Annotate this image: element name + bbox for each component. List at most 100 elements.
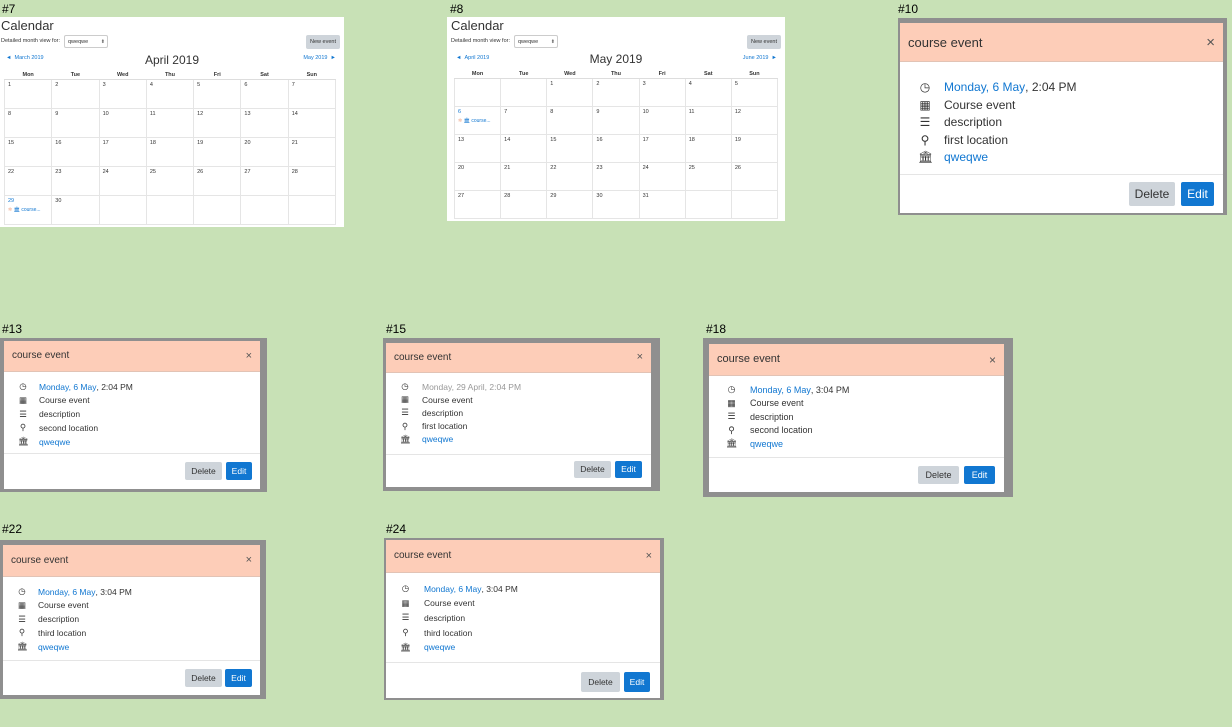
day-cell[interactable]: 31	[638, 190, 686, 219]
day-cell[interactable]: 10	[638, 106, 686, 135]
day-cell[interactable]: 17	[98, 137, 147, 167]
close-icon[interactable]: ×	[246, 350, 252, 362]
day-cell[interactable]: 6	[240, 79, 289, 109]
day-number[interactable]: 27	[458, 193, 464, 199]
event-link[interactable]: ✲ 🏛 course...	[458, 118, 498, 124]
delete-button[interactable]: Delete	[574, 461, 611, 478]
course-link[interactable]: qweqwe	[422, 434, 453, 444]
day-cell[interactable]: 1	[3, 79, 53, 109]
delete-button[interactable]: Delete	[581, 672, 620, 692]
edit-button[interactable]: Edit	[1181, 182, 1214, 206]
course-link[interactable]: qweqwe	[944, 150, 988, 164]
day-cell[interactable]: 14	[500, 134, 548, 163]
day-cell[interactable]: 13	[240, 108, 289, 138]
day-cell[interactable]: 19	[730, 134, 779, 163]
day-number[interactable]: 18	[150, 140, 156, 146]
day-number[interactable]: 4	[689, 81, 692, 87]
day-cell[interactable]	[193, 195, 242, 225]
day-cell[interactable]: 22	[3, 166, 53, 196]
day-number[interactable]: 1	[8, 82, 11, 88]
day-number[interactable]: 29	[550, 193, 556, 199]
day-number[interactable]: 31	[643, 193, 649, 199]
day-cell[interactable]: 18	[684, 134, 732, 163]
day-cell[interactable]: 9	[592, 106, 640, 135]
day-cell[interactable]: 15	[546, 134, 594, 163]
day-cell[interactable]: 28	[500, 190, 548, 219]
day-number[interactable]: 7	[292, 82, 295, 88]
day-number[interactable]: 3	[103, 82, 106, 88]
day-cell[interactable]: 20	[240, 137, 289, 167]
day-cell[interactable]: 12	[193, 108, 242, 138]
day-cell[interactable]: 28	[287, 166, 337, 196]
day-cell[interactable]: 2	[51, 79, 100, 109]
day-cell[interactable]: 30	[51, 195, 100, 225]
day-cell[interactable]	[287, 195, 337, 225]
day-cell[interactable]: 10	[98, 108, 147, 138]
day-number[interactable]: 10	[103, 111, 109, 117]
day-cell[interactable]: 18	[145, 137, 195, 167]
close-icon[interactable]: ×	[1206, 34, 1215, 51]
day-cell[interactable]: 20	[453, 162, 502, 191]
day-cell[interactable]: 2	[592, 78, 640, 107]
day-cell[interactable]: 3	[98, 79, 147, 109]
course-link[interactable]: qweqwe	[424, 642, 455, 652]
day-number[interactable]: 3	[643, 81, 646, 87]
day-cell[interactable]: 26	[193, 166, 242, 196]
day-cell[interactable]: 7	[287, 79, 337, 109]
day-cell[interactable]: 29 ✲ 🏛 course...	[3, 195, 53, 225]
close-icon[interactable]: ×	[246, 554, 252, 566]
close-icon[interactable]: ×	[637, 351, 643, 363]
day-cell[interactable]: 11	[145, 108, 195, 138]
new-event-button[interactable]: New event	[747, 35, 781, 49]
day-cell[interactable]: 8	[546, 106, 594, 135]
day-cell[interactable]: 16	[51, 137, 100, 167]
day-number[interactable]: 29	[8, 198, 14, 204]
day-cell[interactable]: 14	[287, 108, 337, 138]
day-number[interactable]: 19	[197, 140, 203, 146]
day-cell[interactable]: 1	[546, 78, 594, 107]
day-cell[interactable]: 7	[500, 106, 548, 135]
day-cell[interactable]: 25	[145, 166, 195, 196]
close-icon[interactable]: ×	[646, 550, 652, 562]
event-date-link[interactable]: Monday, 6 May	[424, 584, 481, 594]
day-number[interactable]: 22	[8, 169, 14, 175]
new-event-button[interactable]: New event	[306, 35, 340, 49]
day-number[interactable]: 17	[643, 137, 649, 143]
day-number[interactable]: 8	[8, 111, 11, 117]
day-cell[interactable]: 23	[51, 166, 100, 196]
day-cell[interactable]: 8	[3, 108, 53, 138]
delete-button[interactable]: Delete	[185, 669, 222, 687]
day-number[interactable]: 20	[244, 140, 250, 146]
day-number[interactable]: 6	[244, 82, 247, 88]
day-number[interactable]: 23	[55, 169, 61, 175]
course-link[interactable]: qweqwe	[750, 439, 783, 449]
edit-button[interactable]: Edit	[964, 466, 995, 484]
day-cell[interactable]: 29	[546, 190, 594, 219]
day-number[interactable]: 13	[244, 111, 250, 117]
day-cell[interactable]	[98, 195, 147, 225]
day-cell[interactable]	[730, 190, 779, 219]
day-number[interactable]: 28	[292, 169, 298, 175]
day-number[interactable]: 11	[689, 109, 695, 115]
day-cell[interactable]: 12	[730, 106, 779, 135]
day-number[interactable]: 18	[689, 137, 695, 143]
day-cell[interactable]: 17	[638, 134, 686, 163]
delete-button[interactable]: Delete	[918, 466, 959, 484]
day-number[interactable]: 14	[504, 137, 510, 143]
day-cell[interactable]	[145, 195, 195, 225]
day-number[interactable]: 15	[550, 137, 556, 143]
day-number[interactable]: 6	[458, 109, 461, 115]
day-number[interactable]: 24	[103, 169, 109, 175]
day-number[interactable]: 21	[504, 165, 510, 171]
day-number[interactable]: 4	[150, 82, 153, 88]
day-number[interactable]: 7	[504, 109, 507, 115]
day-cell[interactable]: 13	[453, 134, 502, 163]
event-date-link[interactable]: Monday, 6 May	[944, 80, 1025, 94]
day-number[interactable]: 5	[735, 81, 738, 87]
edit-button[interactable]: Edit	[226, 462, 252, 480]
day-number[interactable]: 12	[735, 109, 741, 115]
day-cell[interactable]	[240, 195, 289, 225]
day-cell[interactable]: 4	[145, 79, 195, 109]
day-number[interactable]: 20	[458, 165, 464, 171]
event-date-link[interactable]: Monday, 6 May	[38, 587, 95, 597]
